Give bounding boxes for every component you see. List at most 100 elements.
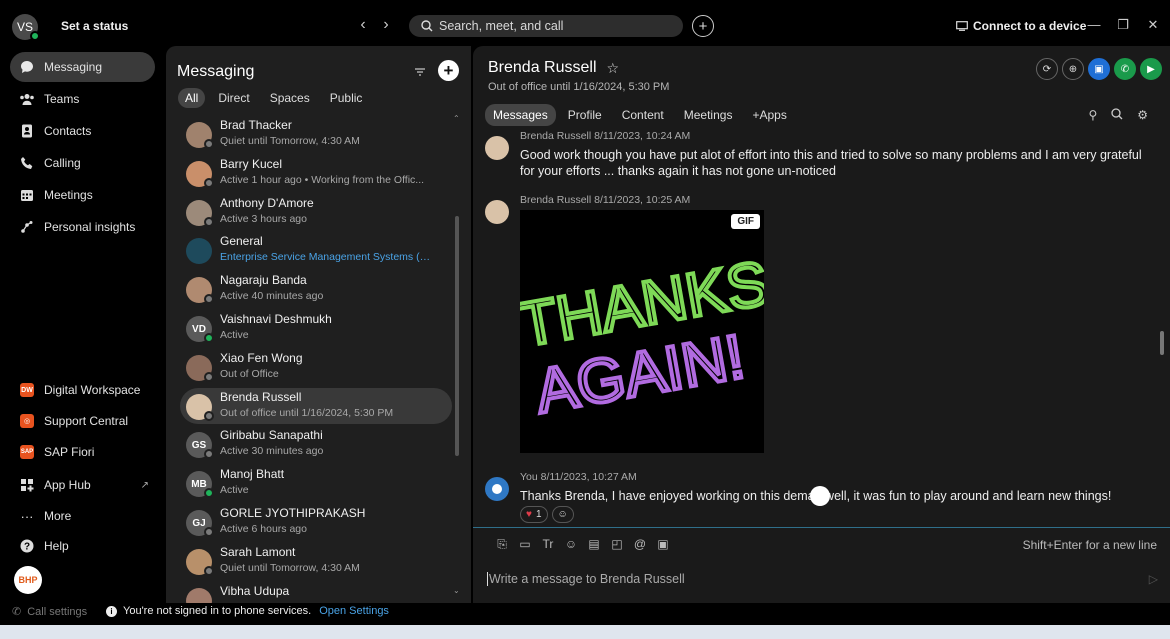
minimize-icon[interactable]: — [1086, 17, 1102, 32]
emoji-icon[interactable]: ☺ [564, 537, 578, 552]
call-settings[interactable]: ✆ Call settings [12, 605, 87, 619]
video-call-icon[interactable]: ▶ [1140, 58, 1162, 80]
tab-apps[interactable]: +Apps [744, 104, 794, 126]
pin-icon[interactable]: ⚲ [1088, 108, 1097, 123]
contact-name: Giribabu Sanapathi [220, 428, 323, 443]
tab-messages[interactable]: Messages [485, 104, 556, 126]
nav-item-sap-fiori[interactable]: SAP SAP Fiori [10, 437, 155, 467]
contact-list-item[interactable]: GJ GORLE JYOTHIPRAKASH Active 6 hours ago [180, 504, 452, 540]
scroll-up-icon[interactable]: ⌃ [453, 114, 460, 123]
phone-icon [18, 154, 36, 172]
app-badge: ◎ [20, 414, 34, 428]
back-arrow-icon[interactable]: ‹ [355, 16, 371, 34]
format-text-icon[interactable]: Tr [541, 537, 555, 552]
add-icon[interactable]: + [692, 15, 714, 37]
avatar [186, 354, 214, 382]
refresh-icon[interactable]: ⟳ [1036, 58, 1058, 80]
search-icon[interactable] [1111, 108, 1123, 123]
contact-name: Brenda Russell [488, 59, 597, 76]
message-meta: You 8/11/2023, 10:27 AM [520, 471, 637, 483]
nav-item-teams[interactable]: Teams [10, 84, 155, 114]
whiteboard-icon[interactable]: ▣ [656, 537, 670, 552]
connect-device-button[interactable]: Connect to a device [956, 19, 1086, 33]
external-link-icon: ↗ [140, 479, 149, 491]
heart-reaction[interactable]: ♥ 1 [520, 506, 548, 523]
search-input[interactable]: Search, meet, and call [409, 15, 683, 37]
screen-share-icon[interactable]: ▣ [1088, 58, 1110, 80]
nav-label: Help [44, 539, 69, 553]
conversation-panel: Brenda Russell ☆ Out of office until 1/1… [473, 46, 1170, 603]
presence-indicator [204, 527, 214, 537]
avatar: MB [186, 471, 214, 499]
list-scrollbar[interactable]: ⌃ ⌄ [453, 114, 460, 598]
nav-item-messaging[interactable]: Messaging [10, 52, 155, 82]
message-input[interactable]: Write a message to Brenda Russell [487, 572, 1127, 586]
contact-name: Vaishnavi Deshmukh [220, 312, 332, 326]
nav-item-meetings[interactable]: Meetings [10, 180, 155, 210]
tab-spaces[interactable]: Spaces [263, 88, 317, 108]
nav-item-help[interactable]: ? Help [10, 531, 155, 561]
nav-item-support-central[interactable]: ◎ Support Central [10, 406, 155, 436]
contact-list-item[interactable]: Brad Thacker Quiet until Tomorrow, 4:30 A… [180, 116, 452, 152]
screenshot-icon[interactable]: ▭ [518, 537, 532, 552]
set-status-button[interactable]: Set a status [61, 19, 128, 33]
scroll-thumb[interactable] [455, 216, 459, 456]
conversation-scrollbar[interactable] [1160, 331, 1164, 355]
nav-item-digital-workspace[interactable]: DW Digital Workspace [10, 375, 155, 405]
gif-image[interactable]: THANKS AGAIN! GIF [520, 210, 764, 453]
contact-list-item[interactable]: Xiao Fen Wong Out of Office [180, 349, 452, 385]
top-bar: VS Set a status ‹ › Search, meet, and ca… [0, 0, 1170, 46]
contact-list-item[interactable]: GS Giribabu Sanapathi Active 30 minutes ag… [180, 426, 452, 462]
filter-icon[interactable] [414, 65, 428, 79]
contact-status: Quiet until Tomorrow, 4:30 AM [220, 561, 360, 574]
tab-profile[interactable]: Profile [560, 104, 610, 126]
contact-list-item[interactable]: Anthony D'Amore Active 3 hours ago [180, 194, 452, 230]
settings-icon[interactable]: ⚙ [1137, 108, 1148, 123]
new-message-button[interactable]: + [438, 60, 459, 81]
close-icon[interactable]: ✕ [1145, 17, 1161, 33]
svg-text:?: ? [24, 542, 30, 553]
contact-status: Quiet until Tomorrow, 4:30 AM [220, 135, 360, 147]
nav-item-more[interactable]: ··· More [10, 501, 155, 531]
contact-list-item[interactable]: VD Vaishnavi Deshmukh Active [180, 310, 452, 346]
contact-name: Anthony D'Amore [220, 195, 314, 210]
tab-public[interactable]: Public [323, 88, 370, 108]
nav-item-app-hub[interactable]: App Hub ↗ [10, 470, 155, 500]
forward-arrow-icon[interactable]: › [378, 16, 394, 34]
app-hub-icon [18, 476, 36, 494]
contact-list-item[interactable]: Brenda Russell Out of office until 1/16/2… [180, 387, 452, 424]
contact-list-item[interactable]: Nagaraju Banda Active 40 minutes ago [180, 271, 452, 307]
conversation-title: Brenda Russell ☆ [488, 59, 619, 77]
avatar [186, 199, 214, 227]
scroll-down-icon[interactable]: ⌄ [453, 586, 460, 595]
avatar [485, 136, 509, 160]
contact-name: Manoj Bhatt [220, 467, 285, 482]
mention-icon[interactable]: @ [633, 537, 647, 552]
add-to-space-icon[interactable]: ⊕ [1062, 58, 1084, 80]
user-avatar[interactable]: VS [12, 14, 40, 41]
my-avatar [485, 477, 509, 501]
teams-icon [18, 90, 36, 108]
contact-list-item[interactable]: MB Manoj Bhatt Active [180, 465, 452, 501]
contact-list-item[interactable]: Sarah Lamont Quiet until Tomorrow, 4:30 A… [180, 543, 452, 579]
send-icon[interactable]: ▷ [1149, 572, 1158, 586]
restore-icon[interactable]: ❐ [1115, 17, 1131, 33]
attach-icon[interactable]: ⎘ [495, 537, 509, 552]
nav-item-calling[interactable]: Calling [10, 148, 155, 178]
open-settings-link[interactable]: Open Settings [319, 605, 389, 617]
tab-all[interactable]: All [178, 88, 206, 108]
gif-icon[interactable]: ▤ [587, 537, 601, 552]
nav-item-personal-insights[interactable]: Personal insights [10, 212, 155, 242]
nav-label: Messaging [44, 60, 103, 74]
contact-list-item[interactable]: General Enterprise Service Management Sys… [180, 232, 452, 268]
add-reaction-button[interactable]: ☺ [551, 506, 574, 523]
call-icon[interactable]: ✆ [1114, 58, 1136, 80]
tab-content[interactable]: Content [614, 104, 672, 126]
contact-list-item[interactable]: Barry Kucel Active 1 hour ago • Working f… [180, 155, 452, 191]
nav-item-contacts[interactable]: Contacts [10, 116, 155, 146]
star-icon[interactable]: ☆ [607, 60, 620, 77]
sticker-icon[interactable]: ◰ [610, 537, 624, 552]
tab-direct[interactable]: Direct [211, 88, 256, 108]
app-badge: SAP [20, 445, 34, 459]
tab-meetings[interactable]: Meetings [676, 104, 741, 126]
